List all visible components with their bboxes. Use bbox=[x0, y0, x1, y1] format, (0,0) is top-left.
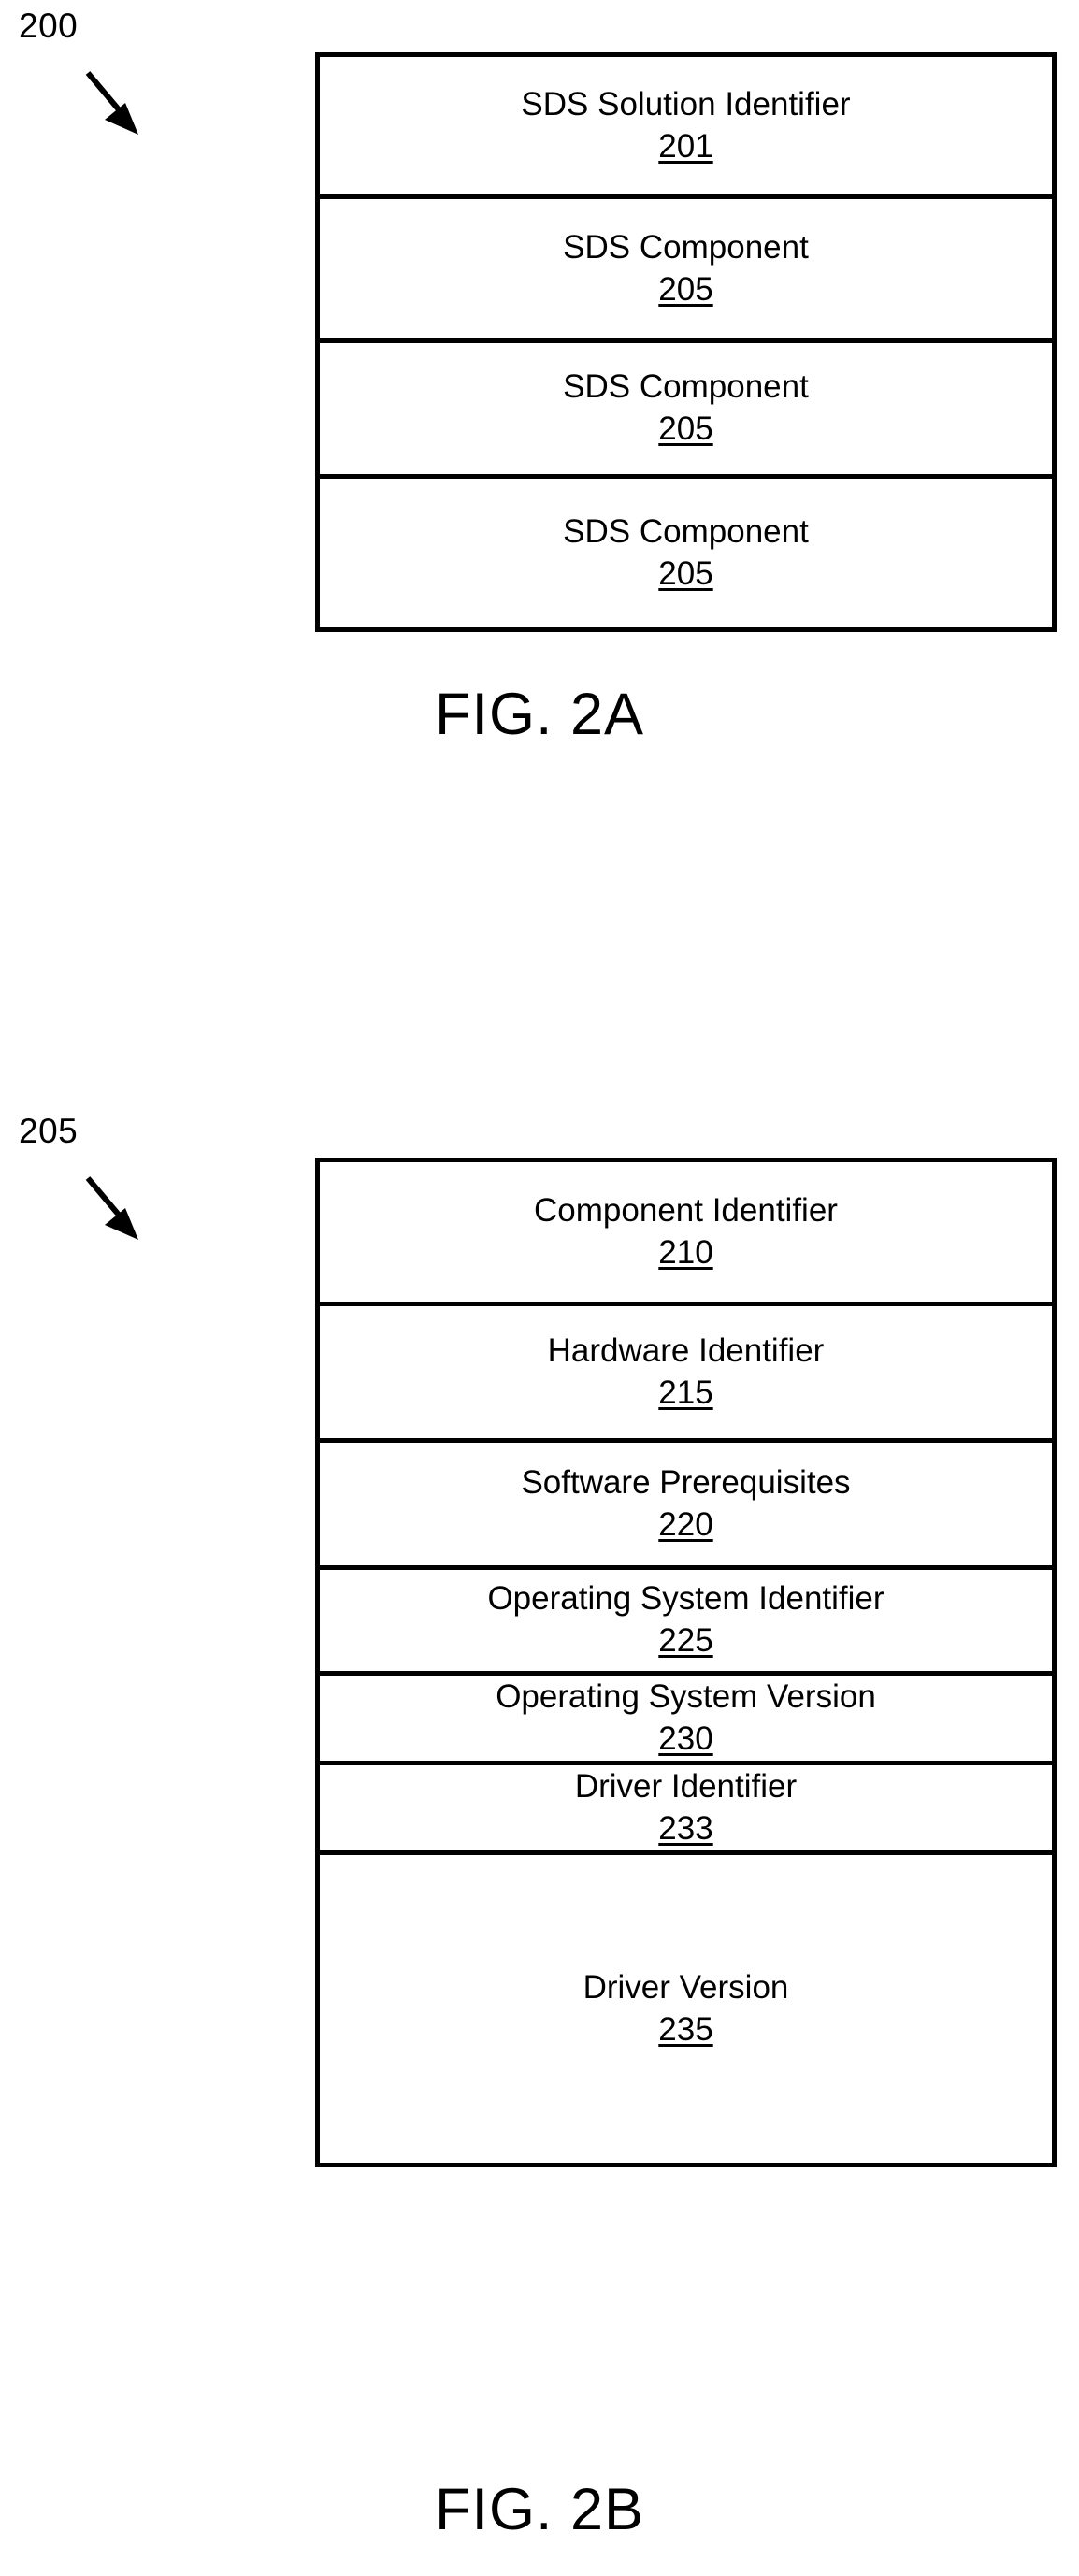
row-title: SDS Component bbox=[563, 368, 809, 405]
row-reference-number: 205 bbox=[658, 554, 713, 592]
figure-caption-2b: FIG. 2B bbox=[434, 2477, 645, 2542]
diagonal-arrow-down-right-icon bbox=[85, 1176, 138, 1240]
sds-solution-block-table: SDS Solution Identifier 201 SDS Componen… bbox=[315, 52, 1057, 632]
table-row: Driver Version 235 bbox=[320, 1855, 1052, 2163]
reference-callout-205: 205 bbox=[6, 1111, 174, 1246]
row-title: Software Prerequisites bbox=[521, 1463, 851, 1501]
row-reference-number: 230 bbox=[658, 1720, 713, 1757]
row-title: Operating System Identifier bbox=[487, 1580, 885, 1617]
table-row: SDS Component 205 bbox=[320, 199, 1052, 343]
row-title: Hardware Identifier bbox=[547, 1331, 825, 1369]
row-title: Driver Identifier bbox=[574, 1767, 798, 1805]
row-title: SDS Component bbox=[563, 512, 809, 550]
table-row: SDS Solution Identifier 201 bbox=[320, 57, 1052, 199]
row-reference-number: 225 bbox=[658, 1622, 713, 1659]
row-reference-number: 210 bbox=[658, 1233, 713, 1271]
figure-caption-2a: FIG. 2A bbox=[434, 682, 645, 747]
row-title: SDS Component bbox=[563, 228, 809, 266]
row-reference-number: 233 bbox=[658, 1809, 713, 1847]
table-row: SDS Component 205 bbox=[320, 343, 1052, 479]
table-row: Component Identifier 210 bbox=[320, 1162, 1052, 1306]
sds-component-block-table: Component Identifier 210 Hardware Identi… bbox=[315, 1158, 1057, 2167]
row-title: SDS Solution Identifier bbox=[521, 85, 851, 122]
table-row: Software Prerequisites 220 bbox=[320, 1443, 1052, 1570]
row-reference-number: 215 bbox=[658, 1374, 713, 1411]
table-row: Hardware Identifier 215 bbox=[320, 1306, 1052, 1443]
table-row: Operating System Identifier 225 bbox=[320, 1570, 1052, 1676]
row-reference-number: 235 bbox=[658, 2010, 713, 2048]
row-title: Operating System Version bbox=[496, 1677, 876, 1715]
table-row: SDS Component 205 bbox=[320, 479, 1052, 627]
patent-figure-sheet: 200 SDS Solution Identifier 201 SDS Comp… bbox=[0, 0, 1079, 2576]
reference-numeral-205: 205 bbox=[19, 1112, 79, 1150]
row-title: Component Identifier bbox=[534, 1191, 838, 1229]
reference-callout-200: 200 bbox=[6, 6, 174, 141]
row-reference-number: 201 bbox=[658, 127, 713, 165]
row-title: Driver Version bbox=[583, 1968, 789, 2006]
row-reference-number: 205 bbox=[658, 410, 713, 447]
row-reference-number: 220 bbox=[658, 1505, 713, 1543]
reference-numeral-200: 200 bbox=[19, 7, 79, 45]
row-reference-number: 205 bbox=[658, 270, 713, 308]
table-row: Driver Identifier 233 bbox=[320, 1765, 1052, 1855]
diagonal-arrow-down-right-icon bbox=[85, 71, 138, 135]
table-row: Operating System Version 230 bbox=[320, 1676, 1052, 1765]
